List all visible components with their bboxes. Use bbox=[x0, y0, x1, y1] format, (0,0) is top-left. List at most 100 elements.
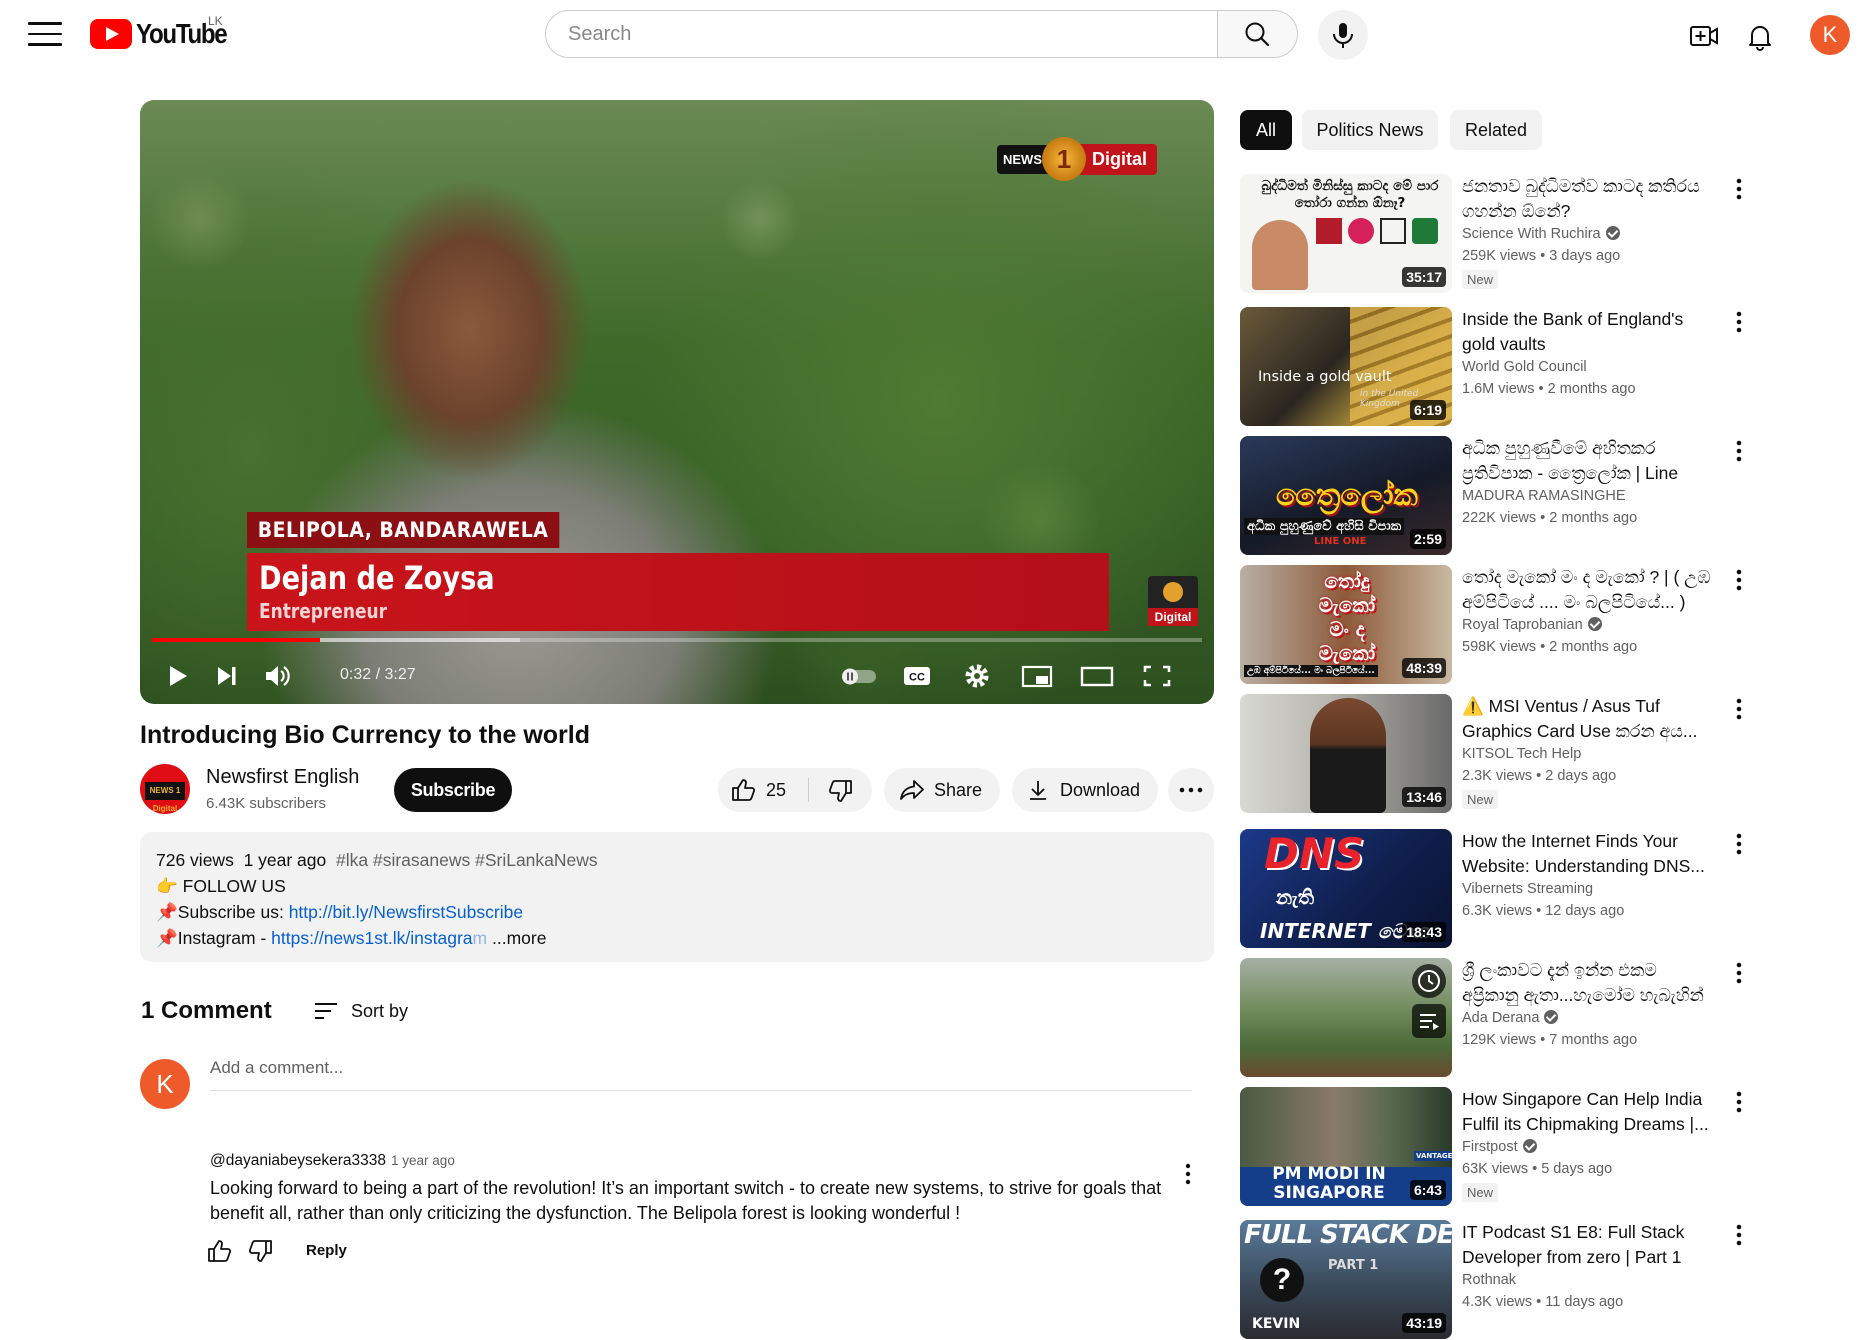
fullscreen-button[interactable] bbox=[1132, 656, 1182, 696]
like-icon[interactable] bbox=[206, 1238, 234, 1264]
recommended-video[interactable]: 13:46 ⚠️ MSI Ventus / Asus Tuf Graphics … bbox=[1240, 694, 1840, 814]
kebab-icon[interactable] bbox=[1724, 1087, 1754, 1117]
more-actions-button[interactable] bbox=[1168, 768, 1214, 812]
thumbnail-text: ත්‍රෛලෝක bbox=[1276, 478, 1418, 513]
more-icon bbox=[1179, 787, 1203, 793]
comment-author[interactable]: @dayaniabeysekera3338 bbox=[210, 1152, 386, 1169]
new-badge: New bbox=[1462, 1183, 1499, 1202]
channel-name: Royal Taprobanian bbox=[1462, 617, 1583, 633]
corner-logo-coin bbox=[1163, 582, 1183, 602]
subscribe-link[interactable]: http://bit.ly/NewsfirstSubscribe bbox=[289, 902, 523, 922]
account-avatar[interactable]: K bbox=[1810, 15, 1850, 55]
kebab-icon[interactable] bbox=[1724, 565, 1754, 595]
search-button[interactable] bbox=[1218, 10, 1298, 58]
notifications-button[interactable] bbox=[1738, 14, 1782, 58]
bell-icon bbox=[1749, 26, 1771, 51]
share-label: Share bbox=[934, 780, 983, 800]
subscribe-button[interactable]: Subscribe bbox=[394, 768, 512, 812]
video-duration: 35:17 bbox=[1402, 267, 1446, 287]
video-thumbnail: ත්‍රෛලෝක අධික පුහුණුවේ අහිසි විපාක LINE … bbox=[1240, 436, 1452, 555]
autoplay-toggle[interactable] bbox=[834, 656, 884, 696]
video-meta: 129K views • 7 months ago bbox=[1462, 1032, 1638, 1048]
video-player[interactable]: NEWS 1 Digital BELIPOLA, BANDARAWELA Dej… bbox=[140, 100, 1214, 704]
video-thumbnail: DNS නැති INTERNET මොක 18:43 bbox=[1240, 829, 1452, 948]
channel-avatar[interactable]: NEWS 1 Digital bbox=[140, 764, 190, 814]
comment-age[interactable]: 1 year ago bbox=[391, 1153, 455, 1168]
show-more-button[interactable]: ...more bbox=[492, 928, 546, 948]
like-button[interactable]: 25 bbox=[718, 768, 808, 812]
reply-button[interactable]: Reply bbox=[306, 1242, 347, 1259]
next-button[interactable] bbox=[202, 656, 252, 696]
add-to-queue-button[interactable] bbox=[1412, 1004, 1446, 1038]
channel-avatar-text: NEWS 1 Digital bbox=[145, 782, 185, 813]
video-title: ශ්‍රී ලංකාවට දැන් ඉන්න එකම අප්‍රිකානු ඇත… bbox=[1462, 960, 1704, 1005]
voice-search-button[interactable] bbox=[1318, 10, 1368, 60]
mute-button[interactable] bbox=[252, 656, 302, 696]
kebab-icon[interactable] bbox=[1724, 436, 1754, 466]
channel-name[interactable]: Newsfirst English bbox=[206, 766, 359, 789]
video-thumbnail: Inside a gold vault in the United Kingdo… bbox=[1240, 307, 1452, 426]
verified-icon bbox=[1544, 1010, 1559, 1024]
recommended-video[interactable]: බුද්ධිමත් මිනිස්සු කාටද මේ පාර තෝරා ගන්න… bbox=[1240, 174, 1840, 294]
follow-text: FOLLOW US bbox=[182, 876, 286, 896]
comment-menu-button[interactable] bbox=[1176, 1160, 1200, 1190]
watch-later-button[interactable] bbox=[1412, 964, 1446, 998]
sort-by-button[interactable]: Sort by bbox=[313, 994, 408, 1028]
video-meta: 259K views • 3 days ago bbox=[1462, 248, 1621, 264]
channel-name: Firstpost bbox=[1462, 1139, 1518, 1155]
play-button[interactable] bbox=[152, 656, 202, 696]
recommended-video[interactable]: FULL STACK DEV PART 1 ? KEVIN 43:19 IT P… bbox=[1240, 1220, 1840, 1340]
description-line-instagram: 📌Instagram - https://news1st.lk/instagra… bbox=[156, 928, 546, 949]
recommended-video[interactable]: PM MODI IN SINGAPORE VANTAGE 6:43 How Si… bbox=[1240, 1087, 1840, 1207]
dislike-icon[interactable] bbox=[246, 1238, 274, 1264]
sort-icon bbox=[315, 1003, 337, 1019]
recommended-video[interactable]: ත්‍රෛලෝක අධික පුහුණුවේ අහිසි විපාක LINE … bbox=[1240, 436, 1840, 556]
view-count: 726 views bbox=[156, 850, 234, 870]
dislike-button[interactable] bbox=[810, 768, 872, 812]
volume-icon bbox=[266, 666, 290, 686]
hashtags[interactable]: #lka #sirasanews #SriLankaNews bbox=[336, 850, 598, 870]
add-comment-input[interactable]: Add a comment... bbox=[210, 1058, 1192, 1091]
country-code: LK bbox=[208, 14, 223, 28]
queue-icon bbox=[1420, 1014, 1439, 1030]
menu-icon[interactable] bbox=[28, 22, 62, 48]
description-box[interactable]: 726 views 1 year ago #lka #sirasanews #S… bbox=[140, 832, 1214, 962]
search-input[interactable] bbox=[566, 22, 1190, 47]
kebab-icon[interactable] bbox=[1724, 694, 1754, 724]
channel-name: MADURA RAMASINGHE bbox=[1462, 488, 1626, 504]
kebab-icon[interactable] bbox=[1724, 174, 1754, 204]
video-title: How Singapore Can Help India Fulfil its … bbox=[1462, 1089, 1709, 1134]
chip-related[interactable]: Related bbox=[1450, 110, 1542, 150]
instagram-link[interactable]: https://news1st.lk/instagra bbox=[271, 928, 472, 948]
youtube-logo[interactable]: YouTube LK bbox=[90, 14, 241, 50]
kebab-icon[interactable] bbox=[1724, 958, 1754, 988]
create-button[interactable] bbox=[1682, 14, 1726, 58]
video-thumbnail: FULL STACK DEV PART 1 ? KEVIN 43:19 bbox=[1240, 1220, 1452, 1339]
chip-politics-news[interactable]: Politics News bbox=[1302, 110, 1438, 150]
video-channel: KITSOL Tech Help bbox=[1462, 746, 1581, 762]
download-button[interactable]: Download bbox=[1012, 768, 1158, 812]
kebab-icon[interactable] bbox=[1724, 1220, 1754, 1250]
kebab-icon[interactable] bbox=[1724, 307, 1754, 337]
mic-icon bbox=[1333, 23, 1353, 48]
thumbnail-text: Inside a gold vault bbox=[1258, 369, 1392, 385]
video-duration: 18:43 bbox=[1402, 922, 1446, 942]
corner-logo-label: Digital bbox=[1148, 608, 1198, 626]
next-icon bbox=[218, 667, 236, 685]
share-button[interactable]: Share bbox=[884, 768, 1000, 812]
kebab-icon[interactable] bbox=[1724, 829, 1754, 859]
recommended-video[interactable]: DNS නැති INTERNET මොක 18:43 How the Inte… bbox=[1240, 829, 1840, 949]
chip-all[interactable]: All bbox=[1240, 110, 1292, 150]
autoplay-toggle-icon bbox=[842, 668, 876, 685]
theater-mode-button[interactable] bbox=[1072, 656, 1122, 696]
miniplayer-button[interactable] bbox=[1012, 656, 1062, 696]
recommended-video[interactable]: ශ්‍රී ලංකාවට දැන් ඉන්න එකම අප්‍රිකානු ඇත… bbox=[1240, 958, 1840, 1078]
settings-button[interactable] bbox=[952, 656, 1002, 696]
recommended-video[interactable]: තෝදු මැකෝ මං ද මැකෝ උඹ අම්පිටියේ... මං බ… bbox=[1240, 565, 1840, 685]
thumbnail-party-symbol bbox=[1380, 218, 1406, 244]
video-title: තෝද මැකෝ මං ද මැකෝ ? | ( උඹ අම්පිටියේ ..… bbox=[1462, 567, 1711, 612]
progress-bar[interactable] bbox=[152, 638, 1202, 642]
sort-by-label: Sort by bbox=[351, 1000, 409, 1021]
captions-button[interactable]: CC bbox=[892, 656, 942, 696]
recommended-video[interactable]: Inside a gold vault in the United Kingdo… bbox=[1240, 307, 1840, 427]
